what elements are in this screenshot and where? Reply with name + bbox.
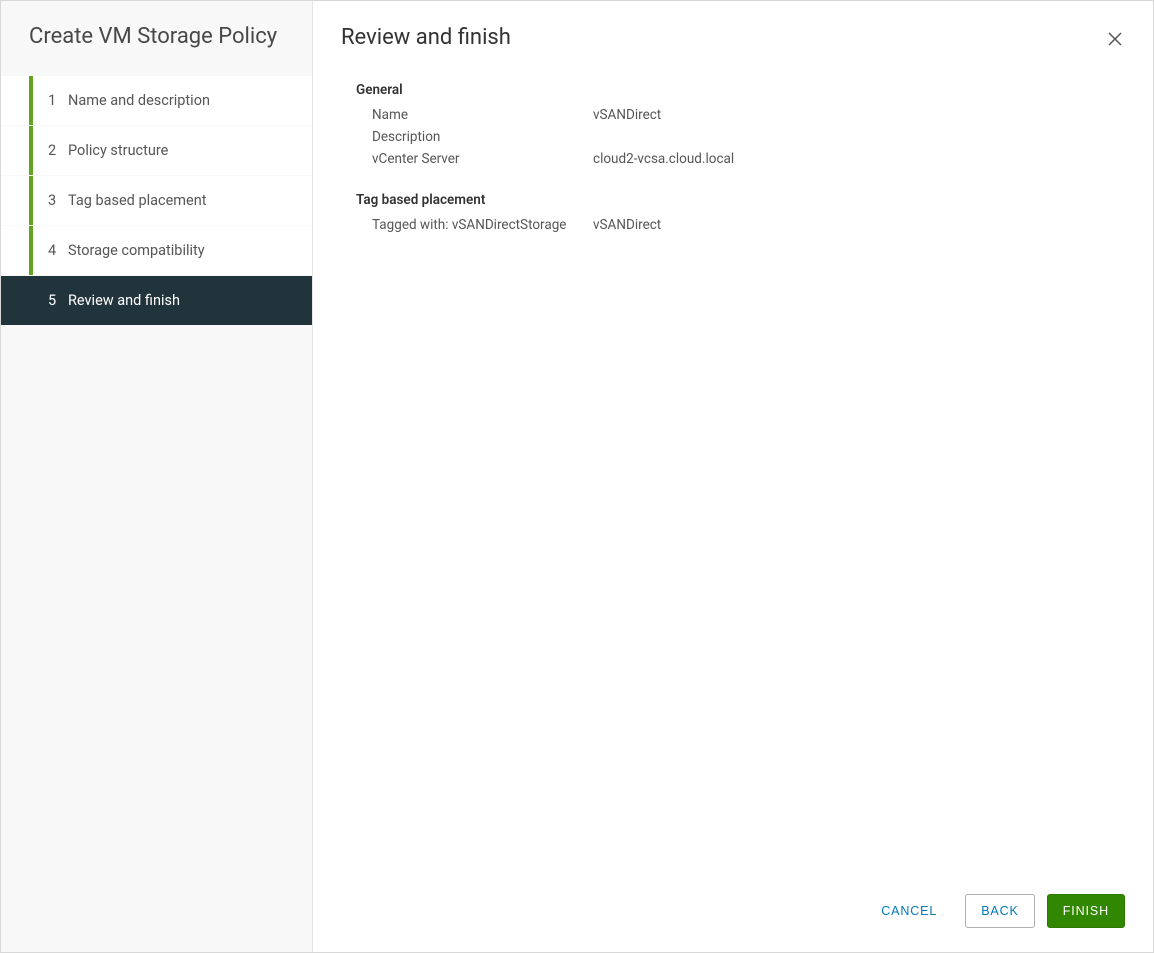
close-button[interactable] [1105, 29, 1125, 49]
row-name: Name vSANDirect [356, 104, 1125, 126]
wizard-footer: CANCEL BACK FINISH [313, 874, 1153, 952]
label-description: Description [356, 129, 593, 145]
wizard-main: Review and finish General Name vSANDirec… [313, 1, 1153, 952]
step-bar-icon [29, 126, 33, 175]
step-bar-icon [29, 226, 33, 275]
label-name: Name [356, 107, 593, 123]
row-tagged-with: Tagged with: vSANDirectStorage vSANDirec… [356, 214, 1125, 236]
review-content: General Name vSANDirect Description vCen… [313, 70, 1153, 874]
finish-button[interactable]: FINISH [1047, 894, 1125, 928]
step-label: Storage compatibility [68, 242, 205, 259]
value-description [593, 129, 1125, 145]
main-header: Review and finish [313, 1, 1153, 70]
step-label: Name and description [68, 92, 210, 109]
wizard-step-tag-placement[interactable]: 3 Tag based placement [1, 176, 312, 225]
step-bar-icon [29, 176, 33, 225]
close-icon [1108, 32, 1122, 46]
step-label: Tag based placement [68, 192, 206, 209]
step-label: Policy structure [68, 142, 168, 159]
value-tagged-with: vSANDirect [593, 217, 1125, 233]
step-number: 5 [48, 292, 68, 309]
wizard-step-review-finish[interactable]: 5 Review and finish [1, 276, 312, 325]
row-description: Description [356, 126, 1125, 148]
wizard-title: Create VM Storage Policy [1, 23, 312, 76]
cancel-button[interactable]: CANCEL [865, 894, 953, 928]
step-bar-icon [29, 276, 33, 325]
value-name: vSANDirect [593, 107, 1125, 123]
wizard-step-storage-compatibility[interactable]: 4 Storage compatibility [1, 226, 312, 275]
step-number: 4 [48, 242, 68, 259]
row-vcenter: vCenter Server cloud2-vcsa.cloud.local [356, 148, 1125, 170]
wizard-step-policy-structure[interactable]: 2 Policy structure [1, 126, 312, 175]
step-number: 2 [48, 142, 68, 159]
step-bar-icon [29, 76, 33, 125]
section-tag-heading: Tag based placement [356, 192, 1125, 208]
wizard-steps: 1 Name and description 2 Policy structur… [1, 76, 312, 326]
section-general-heading: General [356, 82, 1125, 98]
step-number: 3 [48, 192, 68, 209]
label-vcenter: vCenter Server [356, 151, 593, 167]
value-vcenter: cloud2-vcsa.cloud.local [593, 151, 1125, 167]
page-title: Review and finish [341, 25, 511, 50]
step-number: 1 [48, 92, 68, 109]
wizard-dialog: Create VM Storage Policy 1 Name and desc… [0, 0, 1154, 953]
wizard-sidebar: Create VM Storage Policy 1 Name and desc… [1, 1, 313, 952]
step-label: Review and finish [68, 292, 180, 309]
wizard-step-name-description[interactable]: 1 Name and description [1, 76, 312, 125]
label-tagged-with: Tagged with: vSANDirectStorage [356, 217, 593, 233]
back-button[interactable]: BACK [965, 894, 1035, 928]
